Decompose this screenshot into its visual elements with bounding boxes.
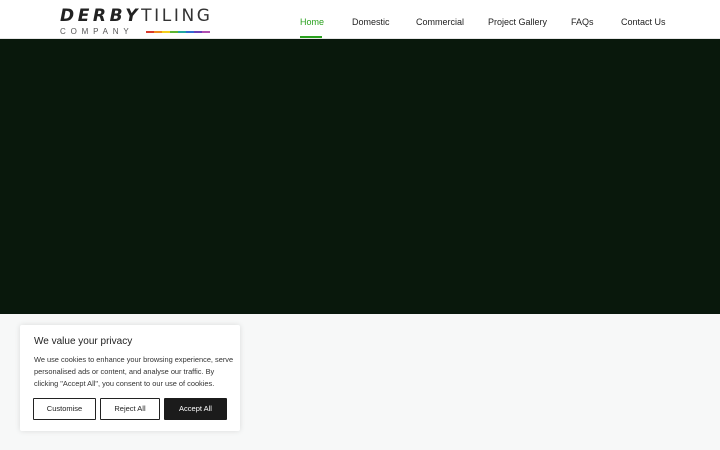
logo-color-stripe	[146, 31, 210, 33]
hero-banner	[0, 39, 720, 314]
cookie-consent-banner: We value your privacy We use cookies to …	[20, 325, 240, 431]
stripe-segment	[162, 31, 170, 33]
logo-wordmark: DERBYTILING	[60, 6, 213, 26]
logo-word-tiling: TILING	[141, 6, 213, 26]
logo-word-company: COMPANY	[60, 27, 134, 36]
cookie-title: We value your privacy	[34, 336, 133, 347]
nav-item-domestic[interactable]: Domestic	[352, 16, 390, 28]
nav-item-project-gallery[interactable]: Project Gallery	[488, 16, 547, 28]
reject-all-button[interactable]: Reject All	[100, 398, 160, 420]
site-header: DERBYTILING COMPANY Home Domestic Commer…	[0, 0, 720, 39]
nav-item-home[interactable]: Home	[300, 16, 324, 28]
stripe-segment	[170, 31, 178, 33]
customise-button[interactable]: Customise	[33, 398, 96, 420]
nav-item-commercial[interactable]: Commercial	[416, 16, 464, 28]
cookie-description: We use cookies to enhance your browsing …	[34, 355, 234, 388]
logo-word-derby: DERBY	[60, 6, 142, 26]
stripe-segment	[186, 31, 194, 33]
stripe-segment	[194, 31, 202, 33]
stripe-segment	[202, 31, 210, 33]
accept-all-button[interactable]: Accept All	[164, 398, 227, 420]
stripe-segment	[146, 31, 154, 33]
stripe-segment	[154, 31, 162, 33]
stripe-segment	[178, 31, 186, 33]
active-nav-indicator	[300, 36, 322, 38]
nav-item-contact-us[interactable]: Contact Us	[621, 16, 666, 28]
nav-item-faqs[interactable]: FAQs	[571, 16, 594, 28]
site-logo[interactable]: DERBYTILING COMPANY	[60, 6, 212, 38]
